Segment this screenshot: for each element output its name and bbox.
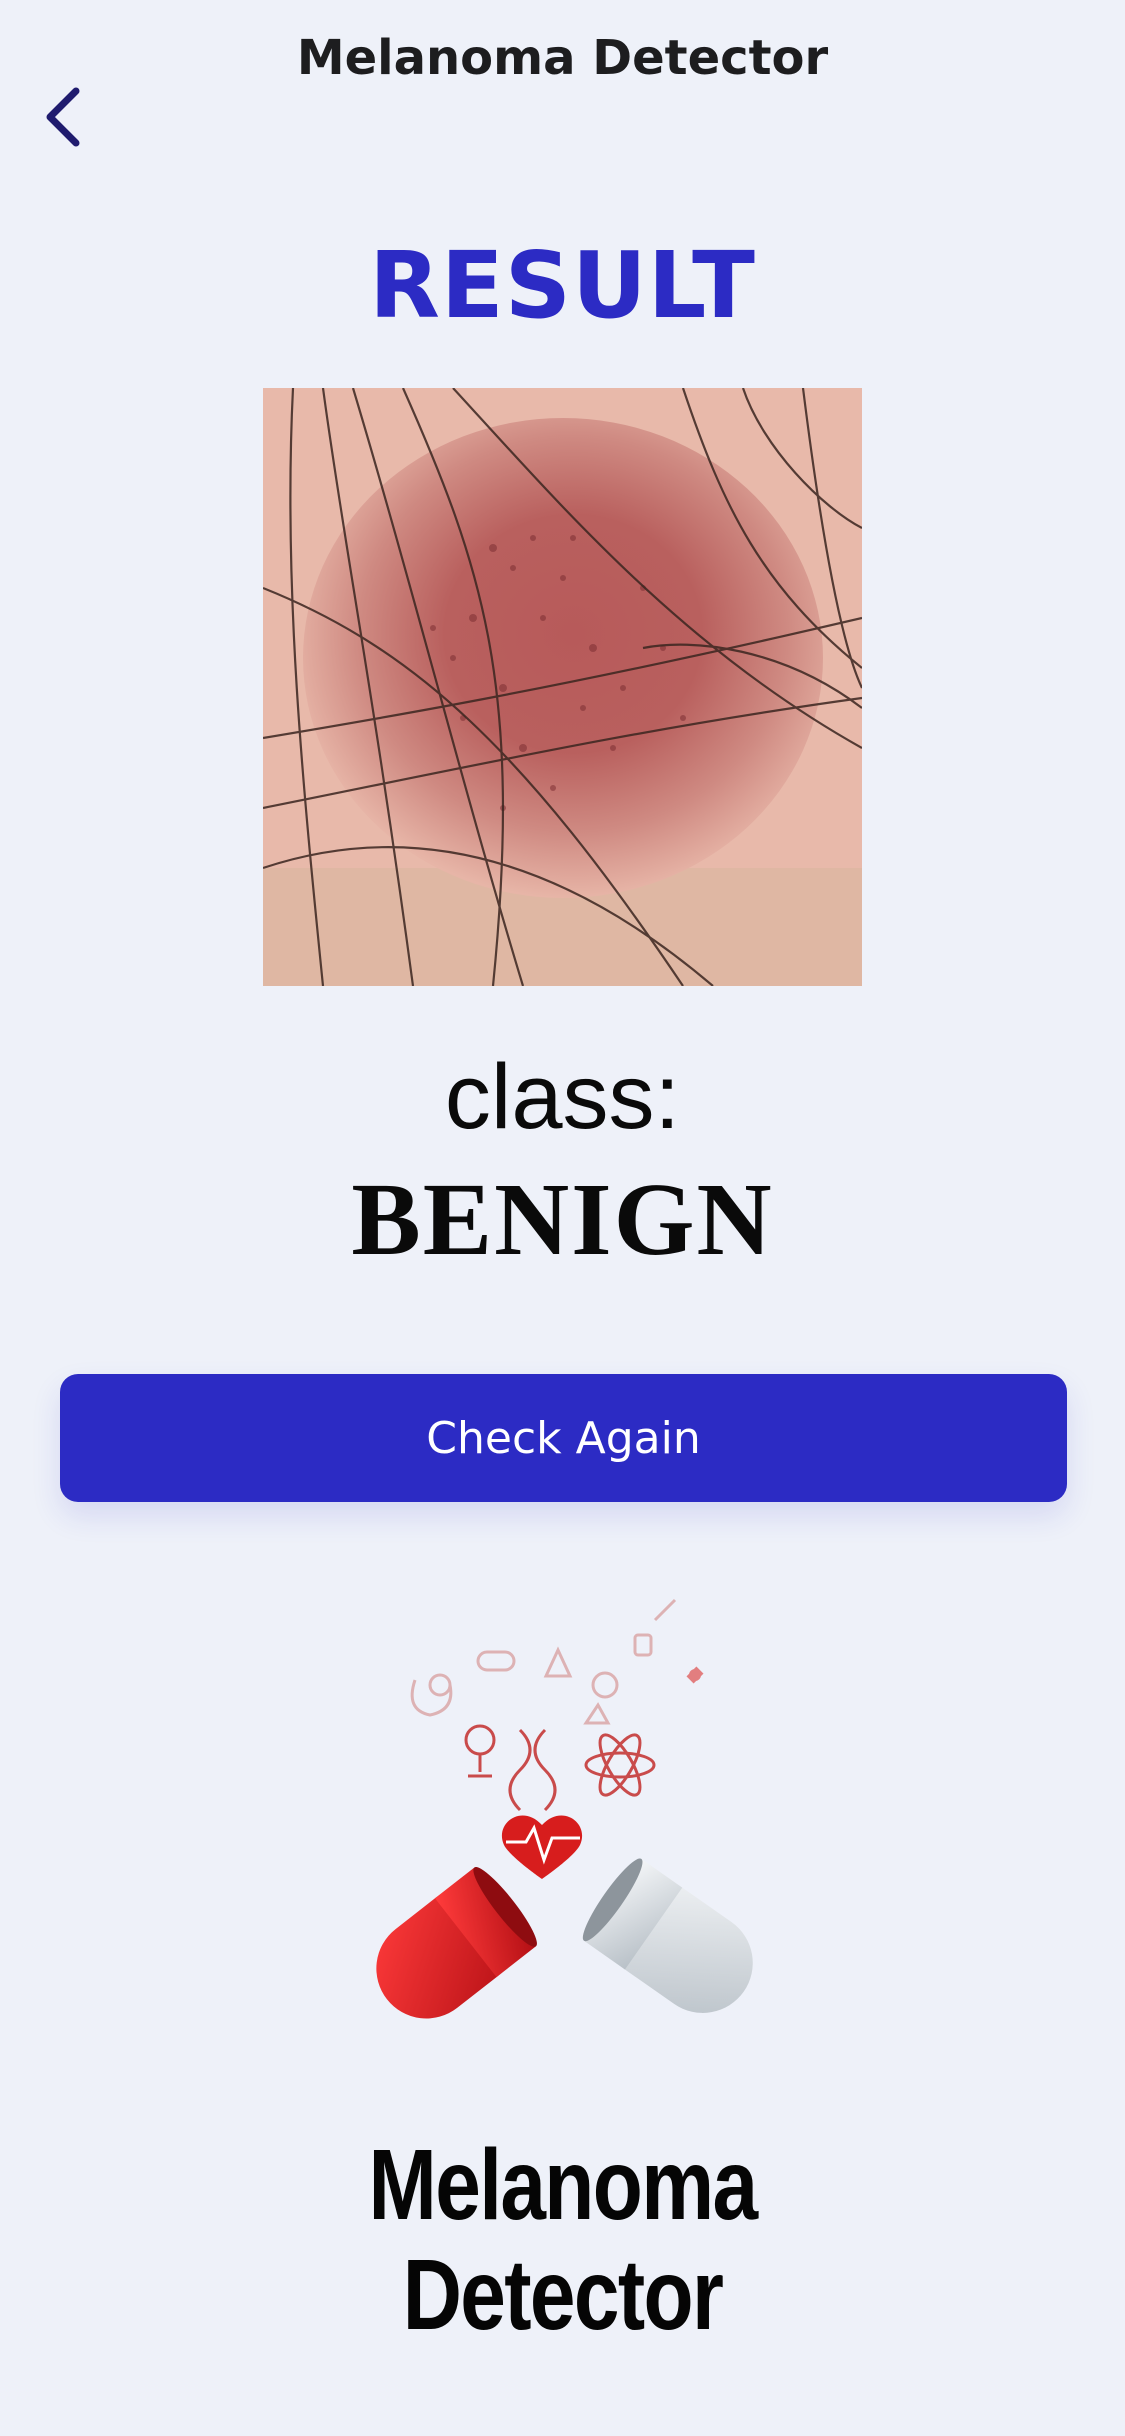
class-label: class:: [444, 1046, 681, 1148]
check-again-button[interactable]: Check Again: [60, 1374, 1067, 1502]
page-title: Melanoma Detector: [296, 30, 829, 86]
chevron-left-icon: [46, 87, 80, 147]
logo-line-1: Melanoma: [368, 2129, 759, 2241]
back-button[interactable]: [44, 72, 114, 162]
logo-line-2: Detector: [402, 2239, 724, 2351]
pill-logo-illustration: [330, 1580, 800, 2050]
result-heading: RESULT: [369, 232, 756, 339]
class-value: BENIGN: [351, 1162, 774, 1277]
app-logo-text: Melanoma Detector: [101, 2130, 1024, 2350]
lesion-image: [263, 388, 862, 986]
